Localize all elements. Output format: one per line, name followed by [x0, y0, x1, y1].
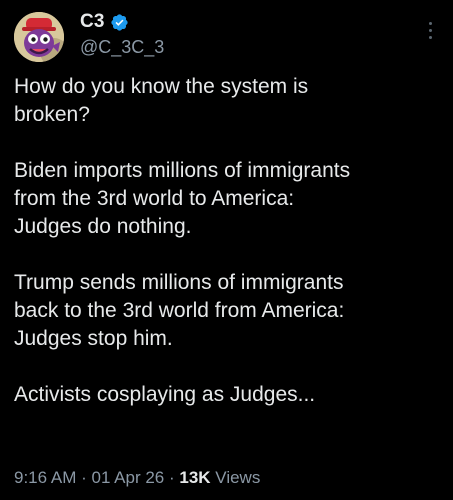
tweet-text: How do you know the system is broken? Bi…	[14, 73, 444, 409]
more-options-icon[interactable]	[427, 22, 433, 40]
author-names: C3 @C_3C_3	[80, 10, 164, 58]
tweet-paragraph: Activists cosplaying as Judges...	[14, 383, 316, 406]
avatar[interactable]	[14, 12, 64, 62]
meta-separator: ·	[76, 468, 92, 487]
display-name[interactable]: C3	[80, 11, 105, 33]
views-count[interactable]: 13K	[179, 468, 210, 487]
tweet-date[interactable]: 01 Apr 26	[91, 468, 164, 487]
tweet-paragraph: How do you know the system is broken?	[14, 75, 309, 126]
tweet-meta: 9:16 AM · 01 Apr 26 · 13K Views	[14, 468, 260, 488]
author-handle[interactable]: @C_3C_3	[80, 37, 164, 58]
tweet-header: C3 @C_3C_3	[14, 10, 439, 62]
tweet-time[interactable]: 9:16 AM	[14, 468, 76, 487]
avatar-image	[14, 12, 64, 62]
tweet-paragraph: Biden imports millions of immigrants fro…	[14, 159, 351, 238]
tweet-paragraph: Trump sends millions of immigrants back …	[14, 271, 345, 350]
meta-separator: ·	[164, 468, 180, 487]
verified-badge-icon	[111, 13, 128, 31]
display-name-row: C3	[80, 10, 164, 34]
views-label: Views	[210, 468, 261, 487]
